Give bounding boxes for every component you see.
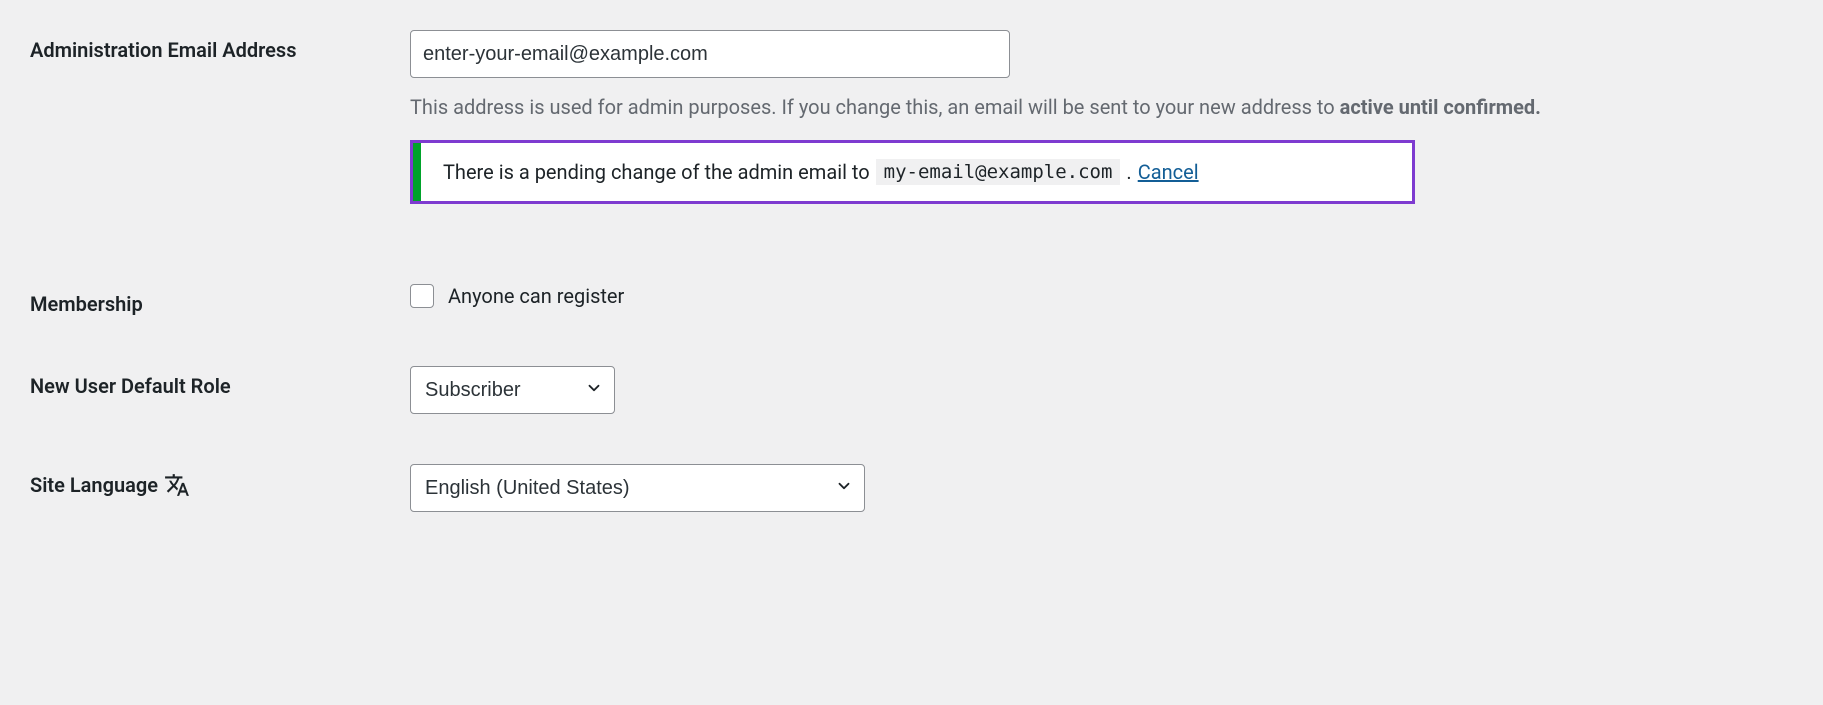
anyone-can-register-label: Anyone can register bbox=[448, 284, 624, 308]
default-role-label: New User Default Role bbox=[30, 366, 410, 398]
admin-email-input[interactable] bbox=[410, 30, 1010, 78]
default-role-field-wrap: Subscriber bbox=[410, 366, 1823, 414]
admin-email-row: Administration Email Address This addres… bbox=[30, 30, 1823, 204]
membership-row: Membership Anyone can register bbox=[30, 284, 1823, 316]
membership-field-wrap: Anyone can register bbox=[410, 284, 1823, 308]
notice-content: There is a pending change of the admin e… bbox=[421, 143, 1221, 201]
anyone-can-register-checkbox[interactable] bbox=[410, 284, 434, 308]
notice-text: There is a pending change of the admin e… bbox=[443, 160, 870, 184]
cancel-pending-email-link[interactable]: Cancel bbox=[1138, 160, 1199, 184]
default-role-select[interactable]: Subscriber bbox=[410, 366, 615, 414]
site-language-label-wrap: Site Language bbox=[30, 464, 410, 498]
admin-email-desc-text: This address is used for admin purposes.… bbox=[410, 95, 1340, 119]
default-role-row: New User Default Role Subscriber bbox=[30, 366, 1823, 414]
site-language-row: Site Language English (United States) bbox=[30, 464, 1823, 512]
notice-accent-bar bbox=[413, 143, 421, 201]
admin-email-description: This address is used for admin purposes.… bbox=[410, 92, 1823, 122]
membership-label: Membership bbox=[30, 284, 410, 316]
admin-email-field-wrap: This address is used for admin purposes.… bbox=[410, 30, 1823, 204]
site-language-select-wrap: English (United States) bbox=[410, 464, 865, 512]
site-language-field-wrap: English (United States) bbox=[410, 464, 1823, 512]
translate-icon bbox=[164, 472, 190, 498]
site-language-label: Site Language bbox=[30, 473, 158, 497]
membership-checkbox-wrap[interactable]: Anyone can register bbox=[410, 284, 1823, 308]
admin-email-desc-bold: active until confirmed. bbox=[1340, 95, 1541, 119]
pending-email-notice: There is a pending change of the admin e… bbox=[410, 140, 1415, 204]
site-language-select[interactable]: English (United States) bbox=[410, 464, 865, 512]
notice-pending-email: my-email@example.com bbox=[876, 159, 1121, 185]
admin-email-label: Administration Email Address bbox=[30, 30, 410, 62]
notice-period: . bbox=[1126, 160, 1131, 184]
default-role-select-wrap: Subscriber bbox=[410, 366, 615, 414]
